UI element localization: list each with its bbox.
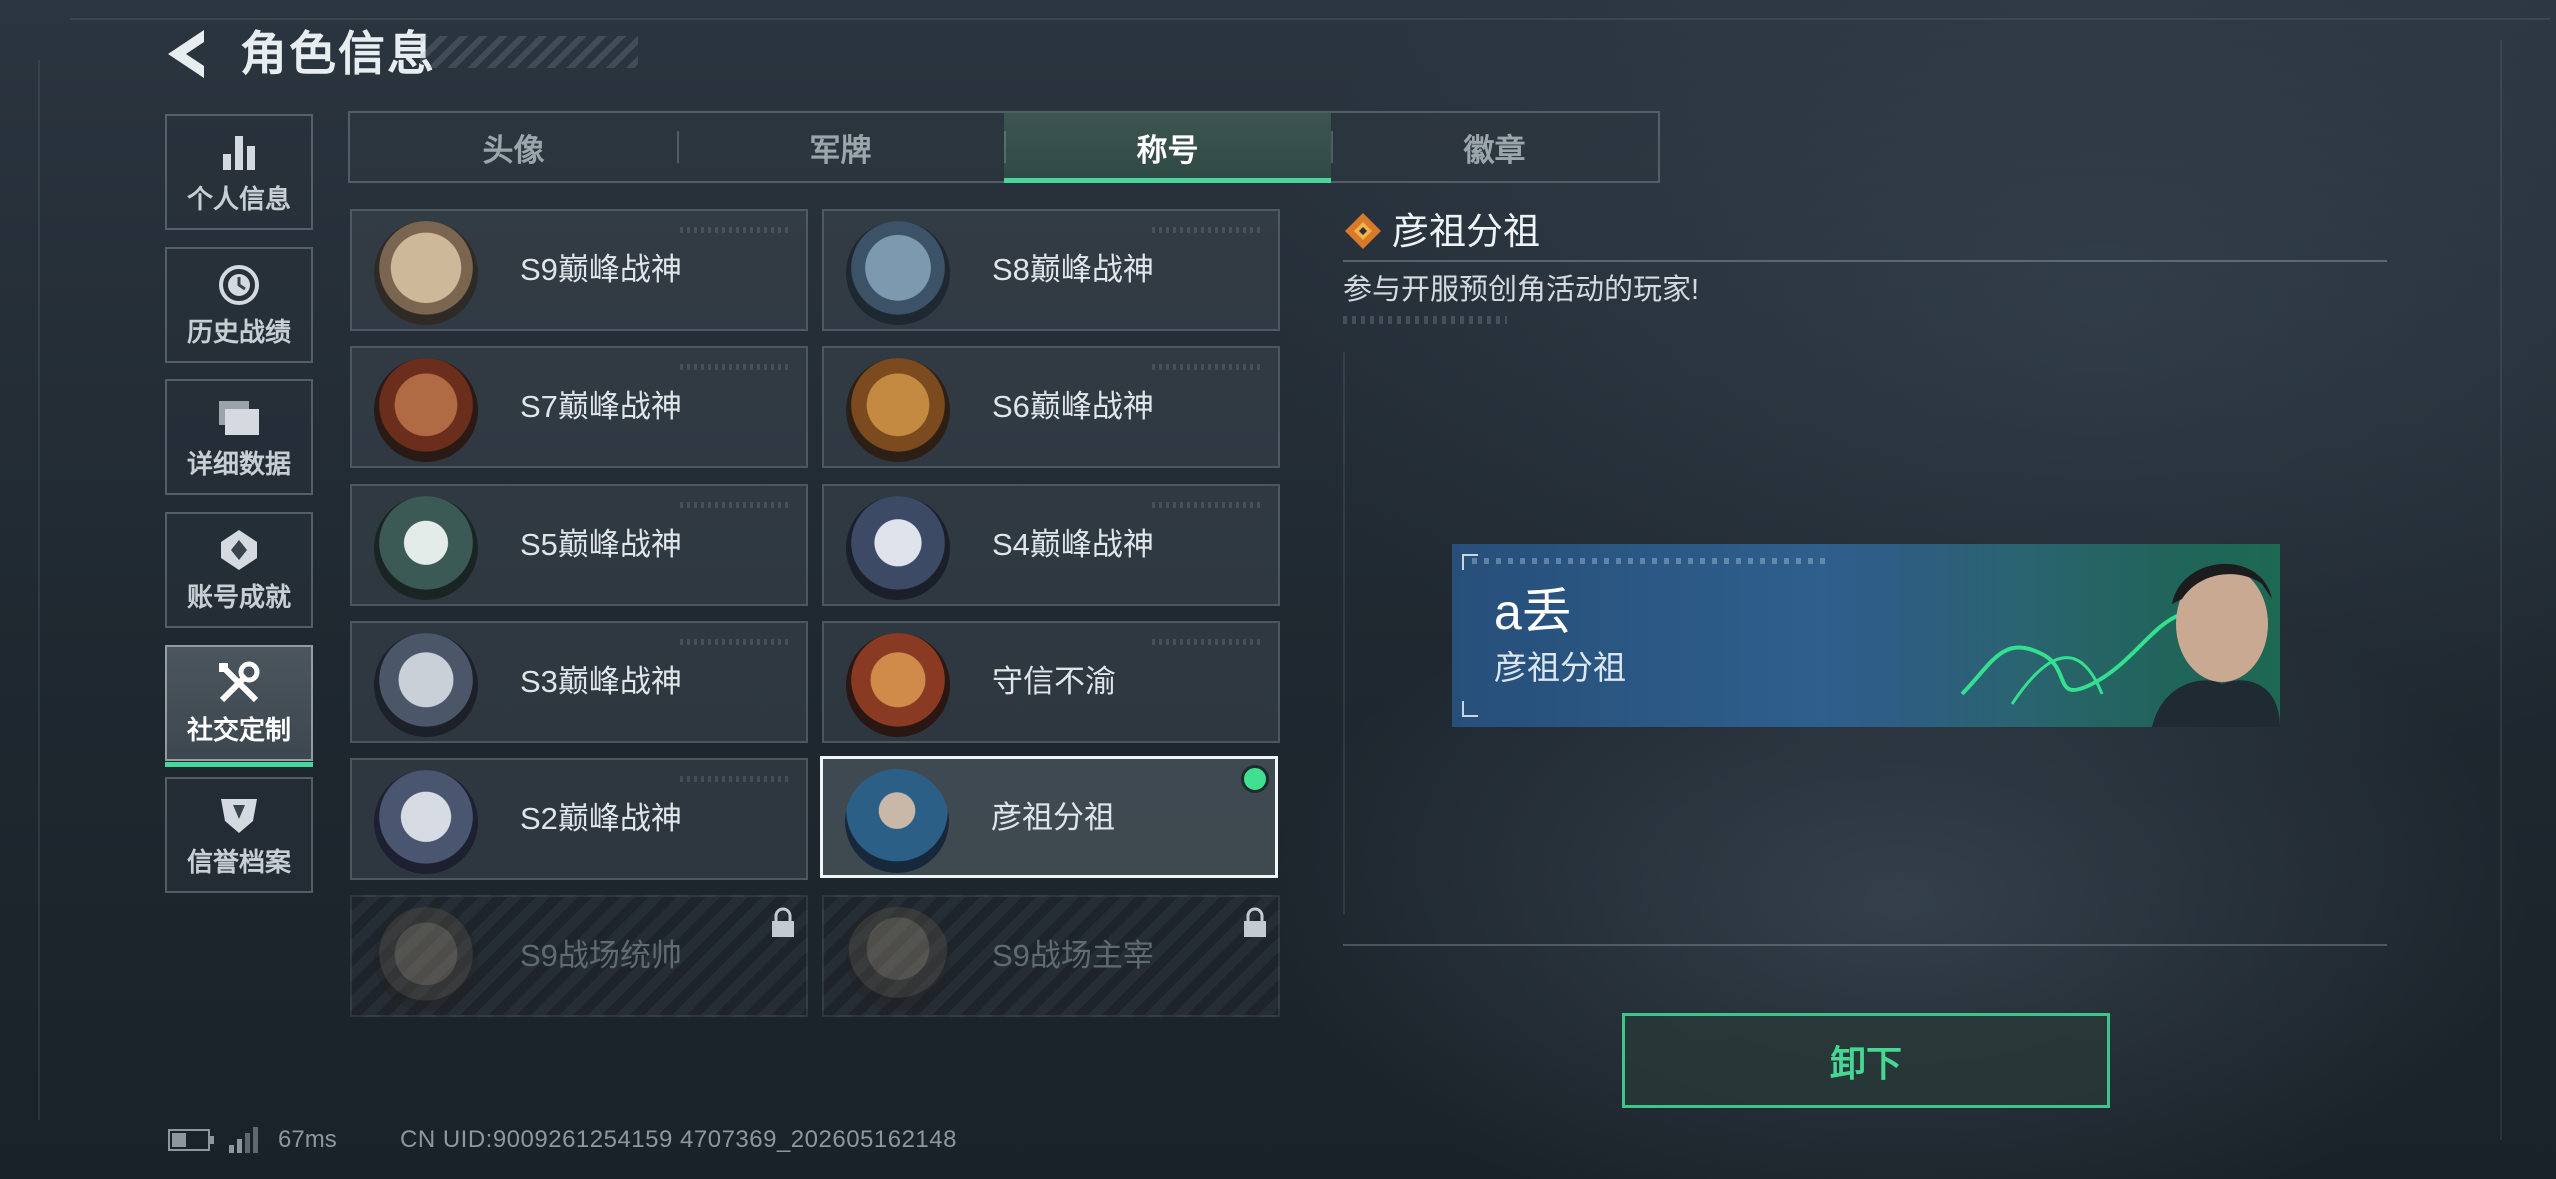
rifle-emblem-icon: [374, 358, 478, 462]
card-decoration: [680, 502, 790, 508]
equipped-indicator: [1241, 765, 1269, 793]
lock-icon: [770, 907, 796, 939]
banner-corner: [1462, 701, 1478, 717]
title-card[interactable]: S5巅峰战神: [350, 484, 808, 606]
back-button[interactable]: [160, 22, 220, 86]
card-decoration: [1152, 227, 1262, 233]
tab-badge[interactable]: 徽章: [1331, 113, 1658, 181]
title-card-label: S5巅峰战神: [520, 527, 682, 562]
tab-title[interactable]: 称号: [1004, 113, 1331, 183]
title-card-locked[interactable]: S9战场统帅: [350, 895, 808, 1017]
status-bar: 67ms: [168, 1126, 337, 1154]
sidebar-item-label: 详细数据: [186, 448, 291, 479]
title-card[interactable]: S4巅峰战神: [822, 484, 1280, 606]
t-emblem-icon: [846, 358, 950, 462]
title-card[interactable]: S7巅峰战神: [350, 346, 808, 468]
tools-icon: [216, 660, 262, 706]
banner-corner: [1462, 554, 1478, 570]
detail-title-name: 彦祖分祖: [1392, 211, 1540, 252]
title-card-locked[interactable]: S9战场主宰: [822, 895, 1280, 1017]
diamond-icon: [1344, 212, 1382, 250]
tab-dog-tag[interactable]: 军牌: [677, 113, 1004, 181]
card-decoration: [1152, 364, 1262, 370]
title-card-label: 彦祖分祖: [991, 800, 1115, 835]
fortress-emblem-icon: [374, 221, 478, 325]
card-decoration: [1152, 639, 1262, 645]
sidebar-item-credit-record[interactable]: 信誉档案: [165, 777, 313, 893]
sidebar-item-personal-info[interactable]: 个人信息: [165, 114, 313, 230]
title-card-label: S9巅峰战神: [520, 252, 682, 287]
helmet-emblem-icon: [846, 496, 950, 600]
sidebar-item-social-custom[interactable]: 社交定制: [165, 645, 313, 767]
title-card-label: S2巅峰战神: [520, 801, 682, 836]
title-banner-preview: a丢 彦祖分祖: [1452, 544, 2280, 727]
title-card-label: S4巅峰战神: [992, 527, 1154, 562]
tab-bar: 头像 军牌 称号 徽章: [348, 111, 1660, 183]
title-card[interactable]: 守信不渝: [822, 621, 1280, 743]
tab-avatar[interactable]: 头像: [350, 113, 677, 181]
achievement-icon: [217, 527, 261, 573]
folder-icon: [217, 394, 261, 440]
stripe-emblem-icon: [846, 221, 950, 325]
page-title: 角色信息: [240, 27, 436, 80]
unequip-button[interactable]: 卸下: [1622, 1013, 2110, 1108]
mushroom-cloud-emblem-icon: [846, 907, 950, 1011]
back-arrow-icon: [168, 30, 204, 78]
card-decoration: [680, 227, 790, 233]
title-card-label: S9战场主宰: [992, 938, 1154, 973]
warship-emblem-icon: [374, 907, 478, 1011]
detail-subtext: [1343, 316, 1507, 324]
sidebar-item-label: 历史战绩: [186, 316, 291, 347]
banner-player-name: a丢: [1494, 584, 1572, 640]
title-card-label: S8巅峰战神: [992, 252, 1154, 287]
title-card-label: 守信不渝: [992, 664, 1116, 699]
card-decoration: [680, 776, 790, 782]
title-card[interactable]: S9巅峰战神: [350, 209, 808, 331]
card-decoration: [1152, 502, 1262, 508]
banner-decoration: [1472, 558, 1832, 564]
triangle-emblem-icon: [374, 770, 478, 874]
shield-icon: [217, 792, 261, 838]
card-decoration: [680, 639, 790, 645]
title-card-label: S9战场统帅: [520, 938, 682, 973]
title-card-label: S3巅峰战神: [520, 664, 682, 699]
battery-icon: [168, 1129, 214, 1151]
title-card-label: S7巅峰战神: [520, 389, 682, 424]
sidebar-item-label: 账号成就: [186, 581, 291, 612]
title-decoration: [420, 36, 638, 68]
banner-title-text: 彦祖分祖: [1494, 649, 1626, 686]
sidebar-item-achievements[interactable]: 账号成就: [165, 512, 313, 628]
divider: [1343, 260, 2387, 262]
sidebar-item-label: 社交定制: [186, 714, 291, 745]
skull-mask-emblem-icon: [374, 496, 478, 600]
portrait-emblem-icon: [845, 769, 949, 873]
title-card[interactable]: S3巅峰战神: [350, 621, 808, 743]
title-card[interactable]: S6巅峰战神: [822, 346, 1280, 468]
title-card-selected[interactable]: 彦祖分祖: [820, 756, 1278, 878]
ping-text: 67ms: [278, 1126, 337, 1153]
sidebar-item-label: 信誉档案: [186, 846, 291, 877]
scales-emblem-icon: [846, 633, 950, 737]
title-card[interactable]: S8巅峰战神: [822, 209, 1280, 331]
detail-description: 参与开服预创角活动的玩家!: [1343, 274, 1700, 306]
sidebar-item-history[interactable]: 历史战绩: [165, 247, 313, 363]
globe-emblem-icon: [374, 633, 478, 737]
divider: [1343, 944, 2387, 946]
card-decoration: [680, 364, 790, 370]
bar-chart-icon: [219, 129, 259, 175]
signal-icon: [229, 1127, 258, 1153]
sidebar-item-label: 个人信息: [186, 183, 291, 214]
lock-icon: [1242, 907, 1268, 939]
clock-icon: [217, 262, 261, 308]
portrait-signature-art: [1892, 544, 2280, 727]
title-card[interactable]: S2巅峰战神: [350, 758, 808, 880]
sidebar-item-detailed-data[interactable]: 详细数据: [165, 379, 313, 495]
uid-text: CN UID:9009261254159 4707369_20260516214…: [400, 1126, 957, 1153]
title-card-label: S6巅峰战神: [992, 389, 1154, 424]
